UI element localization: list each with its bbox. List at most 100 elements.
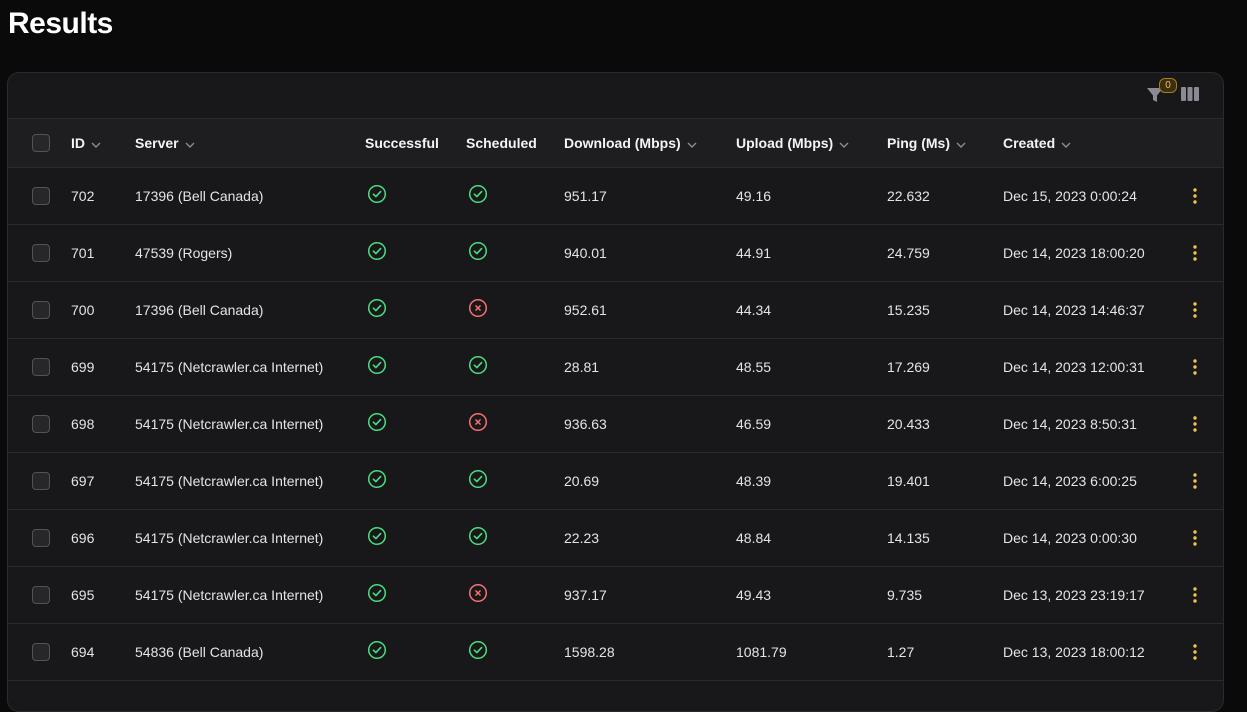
- cell-download: 951.17: [564, 187, 607, 204]
- cell-scheduled: [466, 566, 564, 623]
- table-row[interactable]: 698 54175 (Netcrawler.ca Internet) 936.63 4…: [8, 395, 1223, 452]
- cell-ping: 14.135: [887, 529, 930, 546]
- row-select-cell: [8, 395, 71, 452]
- row-actions-menu[interactable]: [1187, 585, 1203, 605]
- row-checkbox[interactable]: [32, 414, 50, 433]
- column-header-created[interactable]: Created: [1003, 119, 1175, 167]
- row-checkbox[interactable]: [32, 642, 50, 661]
- cell-server: 47539 (Rogers): [135, 244, 233, 261]
- column-header-download[interactable]: Download (Mbps): [564, 119, 736, 167]
- cell-successful: [365, 167, 466, 224]
- column-header-id[interactable]: ID: [71, 119, 135, 167]
- check-circle-icon: [367, 640, 387, 663]
- row-actions-menu[interactable]: [1187, 642, 1203, 662]
- more-vertical-icon: [1193, 301, 1197, 318]
- cell-download: 952.61: [564, 301, 607, 318]
- row-select-cell: [8, 623, 71, 680]
- check-circle-icon: [468, 640, 488, 663]
- cell-actions: [1175, 167, 1223, 224]
- chevron-down-icon: [687, 135, 697, 151]
- filter-count-badge: 0: [1159, 78, 1177, 93]
- more-vertical-icon: [1193, 415, 1197, 432]
- cell-upload: 49.16: [736, 187, 772, 204]
- cell-download: 28.81: [564, 358, 600, 375]
- cell-actions: [1175, 509, 1223, 566]
- row-actions-menu[interactable]: [1187, 357, 1203, 377]
- cell-successful: [365, 566, 466, 623]
- row-select-cell: [8, 224, 71, 281]
- row-actions-menu[interactable]: [1187, 186, 1203, 206]
- table-row[interactable]: 702 17396 (Bell Canada) 951.17 49.16 22.632 D…: [8, 167, 1223, 224]
- row-checkbox[interactable]: [32, 357, 50, 376]
- table-row[interactable]: 699 54175 (Netcrawler.ca Internet) 28.81 48…: [8, 338, 1223, 395]
- table-row[interactable]: 700 17396 (Bell Canada) 952.61 44.34 15.235 D…: [8, 281, 1223, 338]
- chevron-down-icon: [956, 135, 966, 151]
- cell-created: Dec 14, 2023 0:00:30: [1003, 529, 1137, 546]
- column-header-actions: [1175, 119, 1223, 167]
- table-row[interactable]: 696 54175 (Netcrawler.ca Internet) 22.23 48…: [8, 509, 1223, 566]
- chevron-down-icon: [839, 135, 849, 151]
- cell-created: Dec 14, 2023 14:46:37: [1003, 301, 1145, 318]
- cell-actions: [1175, 281, 1223, 338]
- select-all-checkbox[interactable]: [32, 133, 50, 152]
- table-row[interactable]: 697 54175 (Netcrawler.ca Internet) 20.69 48…: [8, 452, 1223, 509]
- check-circle-icon: [468, 241, 488, 264]
- x-circle-icon: [468, 412, 488, 435]
- cell-download: 937.17: [564, 586, 607, 603]
- cell-upload: 46.59: [736, 415, 772, 432]
- row-checkbox[interactable]: [32, 186, 50, 205]
- column-header-upload[interactable]: Upload (Mbps): [736, 119, 887, 167]
- more-vertical-icon: [1193, 358, 1197, 375]
- cell-ping: 1.27: [887, 643, 915, 660]
- row-checkbox[interactable]: [32, 300, 50, 319]
- column-header-scheduled: Scheduled: [466, 134, 537, 151]
- cell-upload: 48.84: [736, 529, 772, 546]
- row-actions-menu[interactable]: [1187, 528, 1203, 548]
- cell-created: Dec 14, 2023 6:00:25: [1003, 472, 1137, 489]
- table-row[interactable]: 701 47539 (Rogers) 940.01 44.91 24.759 Dec 14…: [8, 224, 1223, 281]
- row-actions-menu[interactable]: [1187, 471, 1203, 491]
- columns-icon[interactable]: [1181, 86, 1199, 107]
- row-checkbox[interactable]: [32, 243, 50, 262]
- row-checkbox[interactable]: [32, 528, 50, 547]
- cell-server: 54175 (Netcrawler.ca Internet): [135, 586, 324, 603]
- cell-server: 17396 (Bell Canada): [135, 187, 264, 204]
- check-circle-icon: [468, 526, 488, 549]
- chevron-down-icon: [91, 135, 101, 151]
- row-checkbox[interactable]: [32, 585, 50, 604]
- cell-upload: 1081.79: [736, 643, 787, 660]
- results-table: ID Server Successful Scheduled Download …: [8, 119, 1223, 681]
- check-circle-icon: [468, 469, 488, 492]
- cell-server: 54175 (Netcrawler.ca Internet): [135, 358, 324, 375]
- select-all-cell: [8, 119, 71, 167]
- check-circle-icon: [367, 583, 387, 606]
- chevron-down-icon: [1061, 135, 1071, 151]
- table-row[interactable]: 695 54175 (Netcrawler.ca Internet) 937.17 4…: [8, 566, 1223, 623]
- check-circle-icon: [468, 184, 488, 207]
- table-toolbar: 0: [8, 73, 1223, 119]
- cell-actions: [1175, 623, 1223, 680]
- row-checkbox[interactable]: [32, 471, 50, 490]
- cell-id: 702: [71, 187, 95, 204]
- cell-server: 54175 (Netcrawler.ca Internet): [135, 472, 324, 489]
- cell-download: 20.69: [564, 472, 600, 489]
- more-vertical-icon: [1193, 643, 1197, 660]
- table-row[interactable]: 694 54836 (Bell Canada) 1598.28 1081.79 1.27…: [8, 623, 1223, 680]
- row-actions-menu[interactable]: [1187, 243, 1203, 263]
- cell-download: 936.63: [564, 415, 607, 432]
- cell-id: 699: [71, 358, 95, 375]
- cell-created: Dec 14, 2023 12:00:31: [1003, 358, 1145, 375]
- results-table-card: 0 ID Server Successful Scheduled Downloa…: [7, 72, 1224, 712]
- cell-ping: 9.735: [887, 586, 923, 603]
- row-select-cell: [8, 167, 71, 224]
- column-header-server[interactable]: Server: [135, 119, 365, 167]
- row-actions-menu[interactable]: [1187, 414, 1203, 434]
- cell-created: Dec 13, 2023 18:00:12: [1003, 643, 1145, 660]
- row-actions-menu[interactable]: [1187, 300, 1203, 320]
- cell-scheduled: [466, 281, 564, 338]
- cell-server: 17396 (Bell Canada): [135, 301, 264, 318]
- x-circle-icon: [468, 298, 488, 321]
- check-circle-icon: [367, 412, 387, 435]
- more-vertical-icon: [1193, 187, 1197, 204]
- column-header-ping[interactable]: Ping (Ms): [887, 119, 1003, 167]
